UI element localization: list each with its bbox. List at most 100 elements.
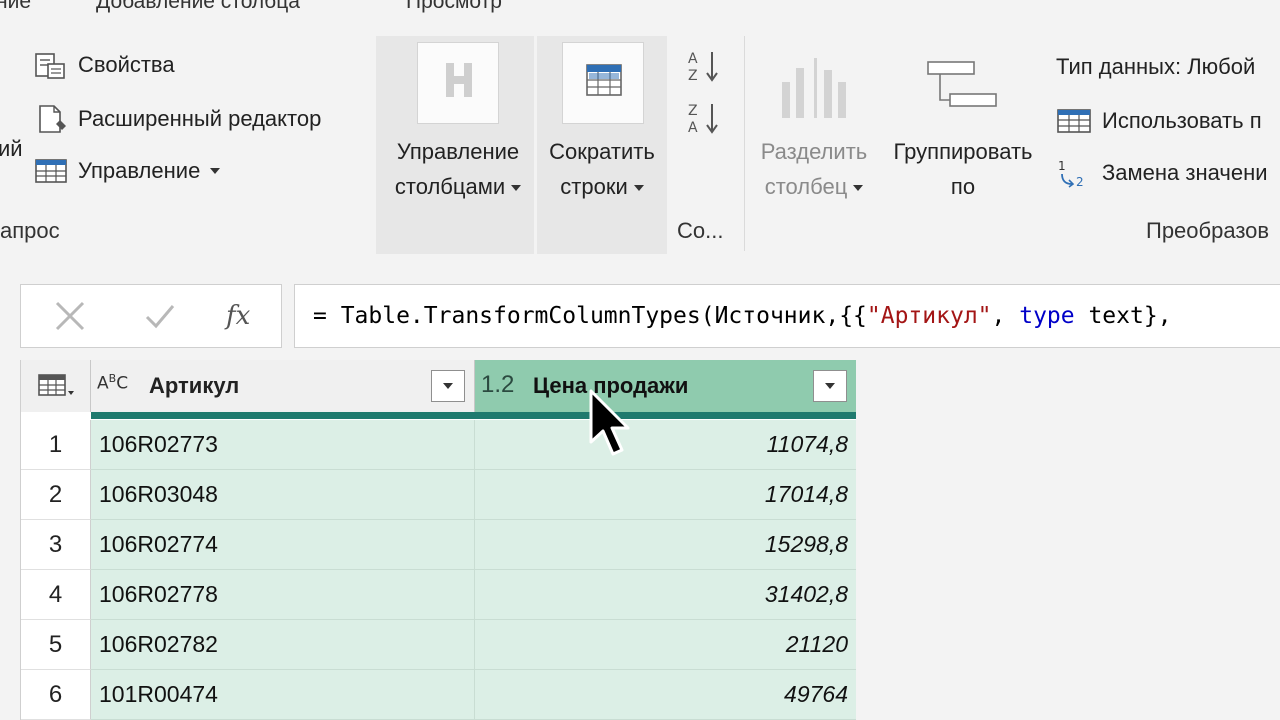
manage-columns-button[interactable]: [417, 42, 499, 124]
use-first-row-button[interactable]: Использовать п: [1056, 106, 1262, 136]
cell-price[interactable]: 31402,8: [475, 570, 856, 620]
reduce-rows-icon: [586, 64, 622, 96]
ribbon: ий Свойства Расширенный редактор Управле…: [0, 28, 1280, 256]
tab-home[interactable]: ние: [0, 0, 31, 14]
data-type-dropdown[interactable]: Тип данных: Любой: [1056, 54, 1255, 80]
column-filter-button[interactable]: [813, 370, 847, 402]
properties-label: Свойства: [78, 52, 175, 77]
column-quality-bar: [475, 412, 856, 419]
insert-function-button[interactable]: fx: [215, 291, 265, 341]
split-column-line1: Разделить: [760, 139, 868, 164]
chevron-down-icon: [825, 383, 835, 389]
manage-columns-label[interactable]: Управление столбцами: [384, 134, 532, 204]
row-number[interactable]: 3: [21, 520, 91, 570]
formula-keyword: type: [1019, 303, 1075, 329]
table-icon: [1056, 106, 1092, 136]
replace-values-label: Замена значени: [1102, 160, 1268, 185]
table-menu-icon: [37, 374, 74, 396]
group-by-line2: по: [950, 174, 976, 199]
row-number[interactable]: 6: [21, 670, 91, 720]
column-header-article[interactable]: ABC Артикул: [91, 360, 475, 412]
sort-descending-button[interactable]: ZA: [686, 100, 722, 136]
formula-separator: ,: [991, 303, 1020, 329]
properties-button[interactable]: Свойства: [34, 50, 175, 80]
data-type-label: Тип данных: Любой: [1056, 54, 1256, 79]
ribbon-tabs: ние Добавление столбца Просмотр: [0, 0, 1280, 28]
row-number[interactable]: 4: [21, 570, 91, 620]
cell-article[interactable]: 106R03048: [91, 470, 475, 520]
cancel-formula-button[interactable]: [45, 291, 95, 341]
reduce-rows-line1: Сократить: [549, 139, 655, 164]
formula-prefix: = Table.TransformColumnTypes(Источник,{{: [313, 303, 867, 329]
cell-article[interactable]: 101R00474: [91, 670, 475, 720]
table-row: 4 106R02778 31402,8: [21, 570, 856, 620]
manage-columns-line1: Управление: [396, 139, 520, 164]
transform-group-label: Преобразов: [1146, 218, 1270, 243]
cell-price[interactable]: 21120: [475, 620, 856, 670]
split-column-label[interactable]: Разделить столбец: [752, 134, 876, 204]
cell-article[interactable]: 106R02778: [91, 570, 475, 620]
advanced-editor-button[interactable]: Расширенный редактор: [34, 104, 321, 134]
reduce-rows-label[interactable]: Сократить строки: [537, 134, 667, 204]
split-column-button[interactable]: [776, 48, 854, 124]
decimal-type-icon[interactable]: 1.2: [481, 371, 514, 399]
reduce-rows-button[interactable]: [562, 42, 644, 124]
chevron-down-icon: [511, 185, 522, 192]
column-header-price[interactable]: 1.2 Цена продажи: [475, 360, 856, 412]
formula-suffix: text},: [1074, 303, 1172, 329]
svg-text:A: A: [688, 51, 698, 67]
advanced-editor-label: Расширенный редактор: [78, 106, 322, 131]
tab-view[interactable]: Просмотр: [406, 0, 502, 14]
cell-article[interactable]: 106R02773: [91, 420, 475, 470]
close-icon: [55, 301, 85, 331]
query-group-label: апрос: [0, 218, 60, 243]
column-name-article: Артикул: [149, 373, 240, 398]
formula-input[interactable]: = Table.TransformColumnTypes(Источник,{{…: [294, 284, 1280, 348]
fx-icon: fx: [224, 301, 251, 331]
sort-ascending-button[interactable]: AZ: [686, 48, 722, 84]
table-menu-button[interactable]: [21, 360, 91, 412]
sort-group-label: Со...: [677, 218, 724, 243]
chevron-down-icon: [633, 185, 644, 192]
chevron-down-icon: [210, 168, 221, 174]
row-number[interactable]: 2: [21, 470, 91, 520]
cell-price[interactable]: 11074,8: [475, 420, 856, 470]
query-left-fragment: ий: [0, 136, 23, 161]
tab-add-column[interactable]: Добавление столбца: [96, 0, 300, 14]
svg-text:Z: Z: [688, 103, 698, 119]
replace-values-icon: 12: [1056, 158, 1092, 189]
row-number[interactable]: 5: [21, 620, 91, 670]
manage-query-button[interactable]: Управление: [34, 156, 221, 186]
column-filter-button[interactable]: [431, 370, 465, 402]
properties-icon: [34, 50, 68, 80]
cell-price[interactable]: 15298,8: [475, 520, 856, 570]
reduce-rows-line2: строки: [560, 174, 628, 199]
cell-price[interactable]: 49764: [475, 670, 856, 720]
advanced-editor-icon: [34, 104, 68, 134]
cell-article[interactable]: 106R02774: [91, 520, 475, 570]
group-by-icon: [927, 61, 997, 107]
confirm-formula-button[interactable]: [135, 291, 185, 341]
table-row: 1 106R02773 11074,8: [21, 420, 856, 470]
table-row: 2 106R03048 17014,8: [21, 470, 856, 520]
svg-text:2: 2: [1076, 175, 1084, 188]
table-icon: [34, 156, 68, 186]
group-by-button[interactable]: [924, 56, 1002, 118]
check-icon: [145, 305, 175, 329]
data-grid: ABC Артикул 1.2 Цена продажи 1 106R02773…: [20, 360, 856, 720]
row-number[interactable]: 1: [21, 420, 91, 470]
chevron-down-icon: [443, 383, 453, 389]
group-by-label[interactable]: Группировать по: [880, 134, 1046, 204]
split-column-icon: [782, 58, 846, 118]
column-quality-bar: [91, 412, 475, 419]
manage-columns-line2: столбцами: [394, 174, 506, 199]
text-type-icon[interactable]: ABC: [97, 372, 128, 394]
manage-columns-icon: [446, 63, 472, 97]
svg-text:A: A: [688, 120, 698, 136]
svg-text:fx: fx: [224, 301, 251, 331]
cell-article[interactable]: 106R02782: [91, 620, 475, 670]
replace-values-button[interactable]: 12 Замена значени: [1056, 158, 1268, 189]
svg-text:1: 1: [1058, 159, 1066, 173]
cell-price[interactable]: 17014,8: [475, 470, 856, 520]
formula-string: "Артикул": [866, 303, 992, 329]
